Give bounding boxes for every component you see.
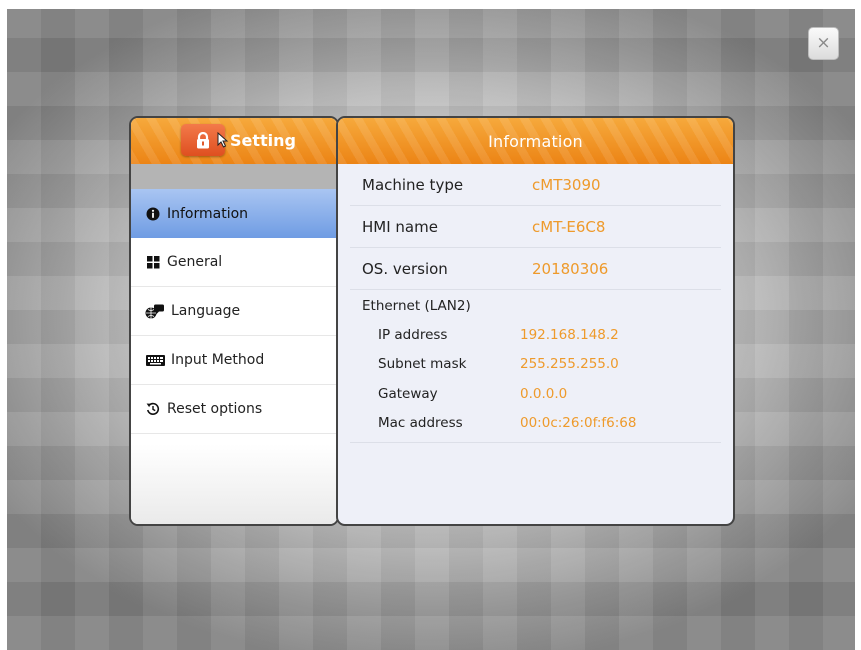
sidebar-empty-area [131, 444, 337, 524]
info-value: 0.0.0.0 [520, 385, 568, 402]
close-button[interactable]: × [808, 27, 839, 60]
info-value: cMT3090 [532, 175, 601, 194]
info-label: Mac address [378, 415, 463, 432]
info-label: Subnet mask [378, 356, 467, 373]
ethernet-row-subnet-mask: Subnet mask 255.255.255.0 [350, 350, 721, 380]
info-row-os-version: OS. version 20180306 [350, 248, 721, 290]
info-label: HMI name [362, 217, 438, 236]
info-label: IP address [378, 326, 448, 343]
info-circle-icon [145, 206, 161, 222]
sidebar-title: Setting [230, 131, 296, 150]
grid-icon [145, 254, 161, 270]
info-label: OS. version [362, 259, 448, 278]
menu-item-label: Input Method [171, 352, 265, 368]
sidebar-divider-strip [131, 164, 337, 189]
ethernet-row-gateway: Gateway 0.0.0.0 [350, 379, 721, 409]
info-value: 00:0c:26:0f:f6:68 [520, 415, 637, 432]
info-value: 192.168.148.2 [520, 326, 619, 343]
menu-item-label: Information [167, 205, 249, 222]
info-row-hmi-name: HMI name cMT-E6C8 [350, 206, 721, 248]
menu-item-input-method[interactable]: Input Method [131, 336, 337, 385]
info-label: Gateway [378, 385, 438, 402]
info-value: cMT-E6C8 [532, 217, 606, 236]
ethernet-section: Ethernet (LAN2) IP address 192.168.148.2… [350, 290, 721, 443]
info-value: 20180306 [532, 259, 609, 278]
menu-item-label: Reset options [167, 401, 263, 417]
info-row-machine-type: Machine type cMT3090 [350, 164, 721, 206]
lock-icon [197, 131, 209, 148]
ethernet-title: Ethernet (LAN2) [362, 298, 471, 314]
information-title: Information [488, 131, 583, 151]
menu-item-general[interactable]: General [131, 238, 337, 287]
information-panel: Information Machine type cMT3090 HMI nam… [336, 116, 735, 526]
menu-item-label: Language [171, 303, 241, 319]
close-icon: × [816, 33, 831, 53]
menu-item-label: General [167, 254, 223, 270]
menu-item-reset-options[interactable]: Reset options [131, 385, 337, 434]
menu-item-language[interactable]: Language [131, 287, 337, 336]
information-header: Information [338, 118, 733, 164]
keyboard-icon [145, 352, 165, 368]
ethernet-row-ip-address: IP address 192.168.148.2 [350, 320, 721, 350]
ethernet-row-mac-address: Mac address 00:0c:26:0f:f6:68 [350, 409, 721, 439]
reset-icon [145, 401, 161, 417]
sidebar-header: Setting [131, 118, 337, 164]
mouse-cursor-icon [217, 132, 229, 148]
settings-sidebar: Setting Information General Language Inp… [129, 116, 339, 526]
menu-item-information[interactable]: Information [131, 189, 337, 238]
info-label: Machine type [362, 175, 464, 194]
info-value: 255.255.255.0 [520, 356, 619, 373]
globe-chat-icon [145, 303, 165, 319]
